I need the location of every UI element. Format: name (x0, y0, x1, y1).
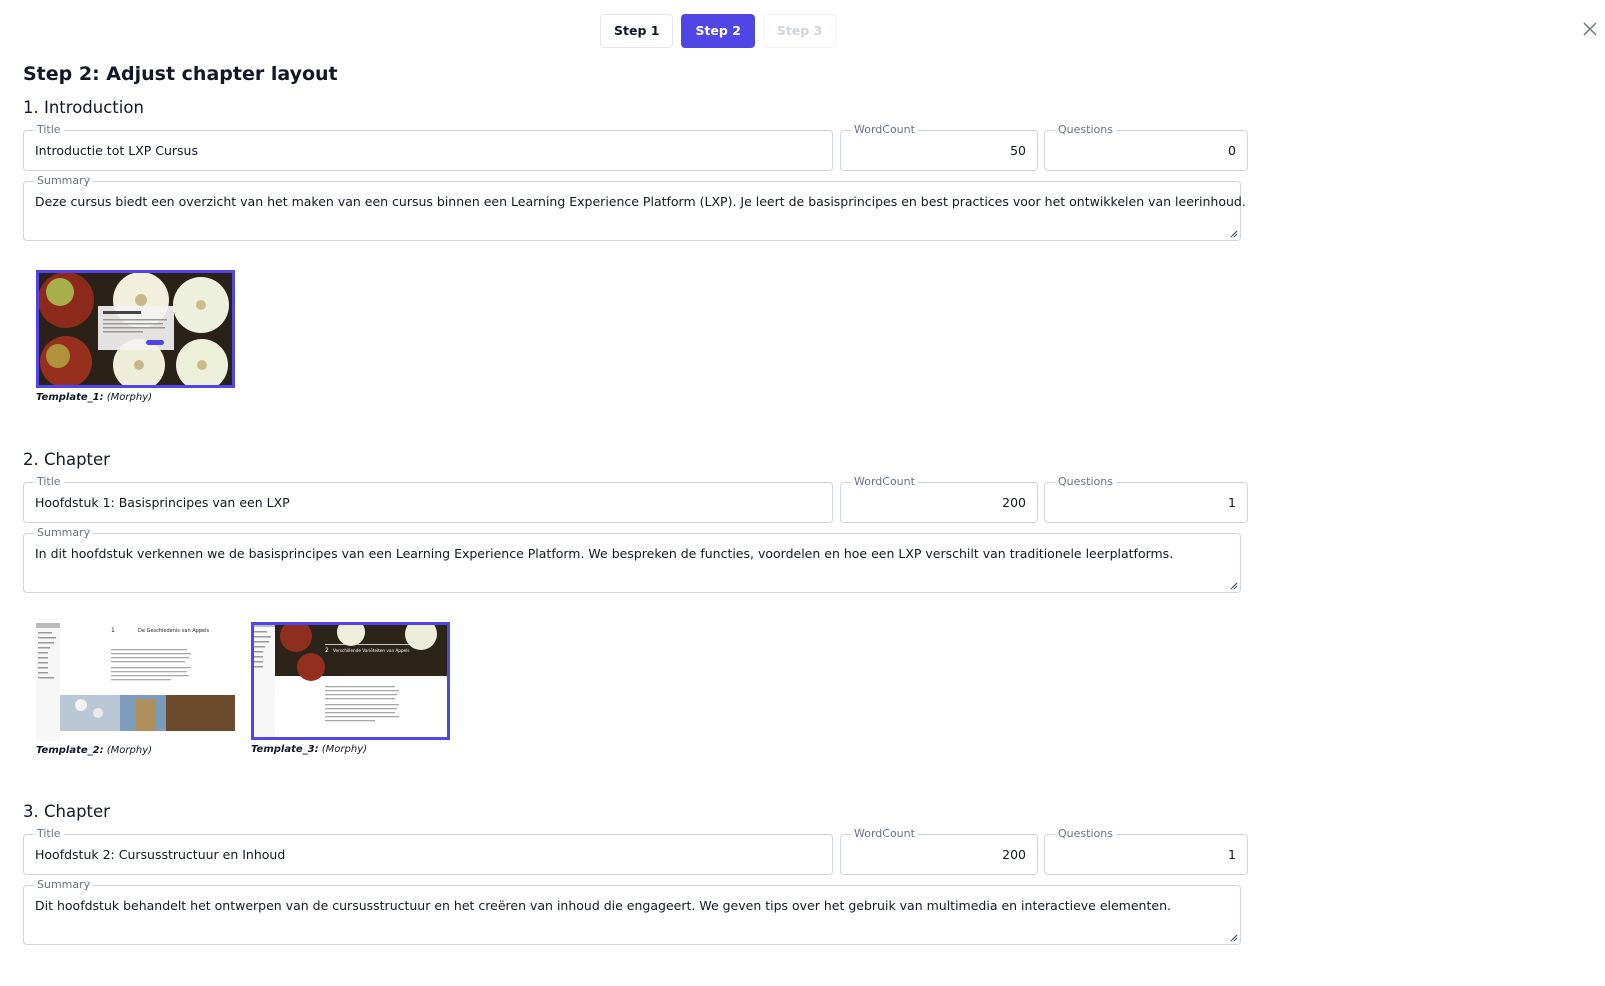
section-introduction: 1. Introduction Title Introductie tot LX… (23, 98, 1283, 418)
wordcount-field-label: WordCount (851, 827, 918, 841)
title-field-label: Title (34, 475, 64, 489)
step-3-button: Step 3 (762, 14, 837, 48)
close-icon[interactable] (1583, 22, 1597, 36)
questions-field[interactable]: Questions 1 (1044, 827, 1248, 875)
resize-handle-icon[interactable] (1229, 933, 1238, 942)
summary-textarea[interactable]: Summary In dit hoofdstuk verkennen we de… (23, 526, 1241, 593)
resize-handle-icon[interactable] (1229, 229, 1238, 238)
questions-field-label: Questions (1055, 827, 1116, 841)
title-field-label: Title (34, 123, 64, 137)
questions-field[interactable]: Questions 0 (1044, 123, 1248, 171)
summary-text: Deze cursus biedt een overzicht van het … (35, 194, 1246, 209)
title-field[interactable]: Title Introductie tot LXP Cursus (23, 123, 833, 171)
preview-chapter-heading: Verschillende Variëteiten van Appels (333, 648, 410, 653)
template-3-caption: Template_3: (Morphy) (251, 744, 368, 755)
title-field-value: Introductie tot LXP Cursus (35, 143, 198, 158)
title-field[interactable]: Title Hoofdstuk 1: Basisprincipes van ee… (23, 475, 833, 523)
section-heading: 3. Chapter (23, 802, 110, 821)
apples-preview-image (36, 270, 235, 388)
questions-field-value: 1 (1228, 495, 1236, 510)
questions-field-value: 0 (1228, 143, 1236, 158)
wordcount-field[interactable]: WordCount 200 (840, 475, 1038, 523)
summary-field-label: Summary (34, 526, 94, 540)
preview-chapter-number: 2 (325, 647, 329, 654)
questions-field-label: Questions (1055, 475, 1116, 489)
title-field-value: Hoofdstuk 1: Basisprincipes van een LXP (35, 495, 290, 510)
wordcount-field[interactable]: WordCount 50 (840, 123, 1038, 171)
wordcount-field[interactable]: WordCount 200 (840, 827, 1038, 875)
section-heading: 1. Introduction (23, 98, 144, 117)
preview-chapter-number: 1 (111, 627, 115, 634)
stepper: Step 1 Step 2 Step 3 (600, 14, 837, 48)
step-1-button[interactable]: Step 1 (600, 14, 674, 48)
text-page-preview-image: 1 De Geschiedenis van Appels (36, 623, 235, 741)
wordcount-field-label: WordCount (851, 475, 918, 489)
wordcount-field-value: 50 (1010, 143, 1026, 158)
questions-field-value: 1 (1228, 847, 1236, 862)
questions-field-label: Questions (1055, 123, 1116, 137)
summary-field-label: Summary (34, 878, 94, 892)
section-chapter-1: 2. Chapter Title Hoofdstuk 1: Basisprinc… (23, 450, 1283, 770)
template-1-caption: Template_1: (Morphy) (36, 392, 153, 403)
summary-text: In dit hoofdstuk verkennen we de basispr… (35, 546, 1174, 561)
wordcount-field-label: WordCount (851, 123, 918, 137)
resize-handle-icon[interactable] (1229, 581, 1238, 590)
summary-field-label: Summary (34, 174, 94, 188)
title-field-value: Hoofdstuk 2: Cursusstructuur en Inhoud (35, 847, 286, 862)
section-heading: 2. Chapter (23, 450, 110, 469)
step-2-button[interactable]: Step 2 (681, 14, 755, 48)
questions-field[interactable]: Questions 1 (1044, 475, 1248, 523)
summary-textarea[interactable]: Summary Deze cursus biedt een overzicht … (23, 174, 1246, 241)
title-field-label: Title (34, 827, 64, 841)
page-title: Step 2: Adjust chapter layout (23, 63, 338, 85)
preview-chapter-heading: De Geschiedenis van Appels (138, 628, 209, 634)
banner-page-preview-image: 2 Verschillende Variëteiten van Appels (251, 622, 450, 740)
template-2-caption: Template_2: (Morphy) (36, 745, 153, 756)
wordcount-field-value: 200 (1002, 495, 1026, 510)
summary-textarea[interactable]: Summary Dit hoofdstuk behandelt het ontw… (23, 878, 1241, 945)
title-field[interactable]: Title Hoofdstuk 2: Cursusstructuur en In… (23, 827, 833, 875)
wordcount-field-value: 200 (1002, 847, 1026, 862)
summary-text: Dit hoofdstuk behandelt het ontwerpen va… (35, 898, 1171, 913)
section-chapter-2: 3. Chapter Title Hoofdstuk 2: Cursusstru… (23, 802, 1283, 962)
